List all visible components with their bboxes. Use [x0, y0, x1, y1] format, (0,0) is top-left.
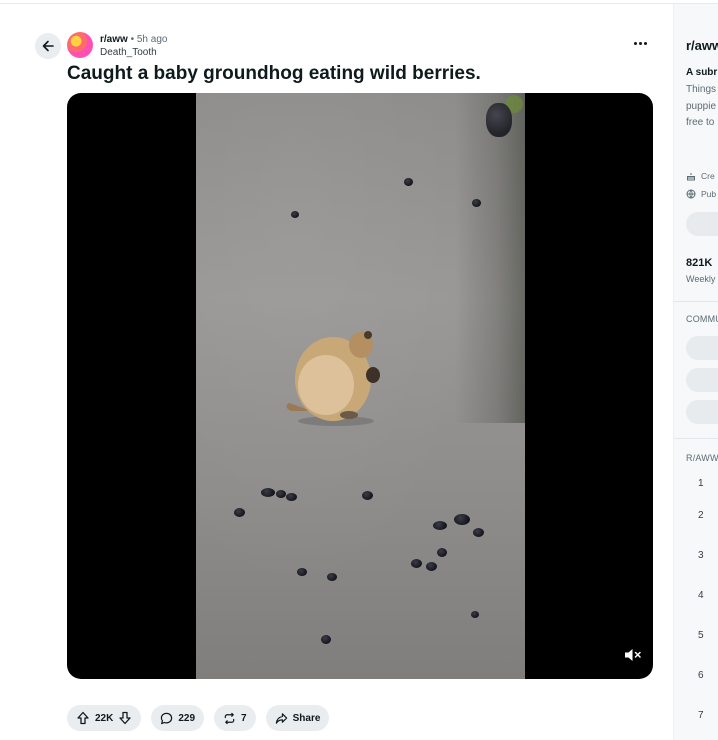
sidebar-description: Things puppie free to [686, 82, 716, 132]
community-bookmark-button[interactable] [686, 336, 718, 360]
join-button[interactable] [686, 212, 718, 236]
berry [471, 611, 479, 618]
community-bookmarks-header: COMMU [686, 314, 718, 324]
berry [472, 199, 481, 207]
post-title: Caught a baby groundhog eating wild berr… [67, 63, 481, 84]
vote-count: 22K [95, 712, 114, 724]
description-line: Things [686, 84, 717, 95]
speaker-muted-icon [625, 649, 641, 661]
subreddit-avatar[interactable] [67, 32, 93, 58]
sidebar-divider [674, 438, 718, 439]
berry [327, 573, 337, 581]
arrow-up-icon[interactable] [76, 711, 90, 725]
visibility-label: Pub [701, 189, 717, 199]
berry [286, 493, 297, 501]
comments-button[interactable]: 229 [151, 705, 205, 731]
berry [276, 490, 286, 498]
author-link[interactable]: Death_Tooth [100, 46, 167, 59]
back-button[interactable] [35, 33, 61, 59]
rules-header: R/AWW [686, 453, 718, 463]
post-time: 5h ago [136, 34, 168, 45]
meta-separator: • [130, 34, 135, 45]
berry [297, 568, 307, 576]
arrow-left-icon [42, 40, 54, 52]
description-line: free to [686, 117, 715, 128]
share-label: Share [292, 712, 321, 724]
cake-icon [687, 173, 695, 181]
berry [454, 514, 470, 525]
berry [473, 528, 484, 537]
subreddit-link[interactable]: r/aww [100, 34, 128, 45]
globe-icon [686, 189, 696, 199]
vote-control: 22K [67, 705, 142, 731]
groundhog [286, 331, 380, 426]
post-detail: r/aww • 5h ago Death_Tooth Caught a baby… [0, 4, 672, 740]
created-label: Cre [701, 171, 715, 181]
members-label: Weekly [686, 274, 716, 284]
more-horizontal-icon [633, 41, 637, 45]
community-bookmark-button[interactable] [686, 368, 718, 392]
share-button[interactable]: Share [265, 705, 330, 731]
berry [404, 178, 413, 186]
sidebar-community-title[interactable]: r/aww [686, 38, 718, 53]
berry [291, 211, 299, 218]
repost-icon [224, 712, 235, 724]
berry [486, 103, 512, 137]
rule-number[interactable]: 6 [698, 670, 704, 681]
comment-count: 229 [178, 712, 196, 724]
sidebar-tagline: A subr [686, 67, 718, 78]
speech-bubble-icon [161, 712, 173, 724]
video-frame [196, 93, 525, 679]
share-arrow-icon [275, 712, 287, 724]
rule-number[interactable]: 4 [698, 590, 704, 601]
rule-number[interactable]: 5 [698, 630, 704, 641]
berry [261, 488, 275, 497]
sidebar-divider [674, 301, 718, 302]
berry [234, 508, 245, 517]
members-count: 821K [686, 257, 713, 269]
rule-number[interactable]: 3 [698, 550, 704, 561]
crosspost-button[interactable]: 7 [214, 705, 256, 731]
mute-toggle[interactable] [621, 643, 645, 667]
rule-number[interactable]: 2 [698, 510, 704, 521]
path-verge [455, 93, 525, 423]
visibility-row: Pub [686, 189, 716, 199]
berry [433, 521, 447, 530]
berry [362, 491, 373, 500]
rule-number[interactable]: 1 [698, 478, 704, 489]
rule-number[interactable]: 7 [698, 710, 704, 721]
post-actions: 22K 229 7 Share [67, 705, 330, 731]
crosspost-count: 7 [241, 712, 247, 724]
description-line: puppie [686, 100, 717, 112]
berry [437, 548, 447, 557]
community-sidebar: r/aww A subr Things puppie free to Cre P… [673, 4, 718, 740]
created-row: Cre [686, 171, 715, 181]
community-bookmark-button[interactable] [686, 400, 718, 424]
post-meta: r/aww • 5h ago Death_Tooth [100, 33, 167, 59]
berry [411, 559, 422, 568]
berry [426, 562, 437, 571]
video-controls [67, 635, 653, 679]
video-player[interactable] [67, 93, 653, 679]
more-options-button[interactable] [630, 37, 650, 49]
arrow-down-icon[interactable] [118, 711, 132, 725]
